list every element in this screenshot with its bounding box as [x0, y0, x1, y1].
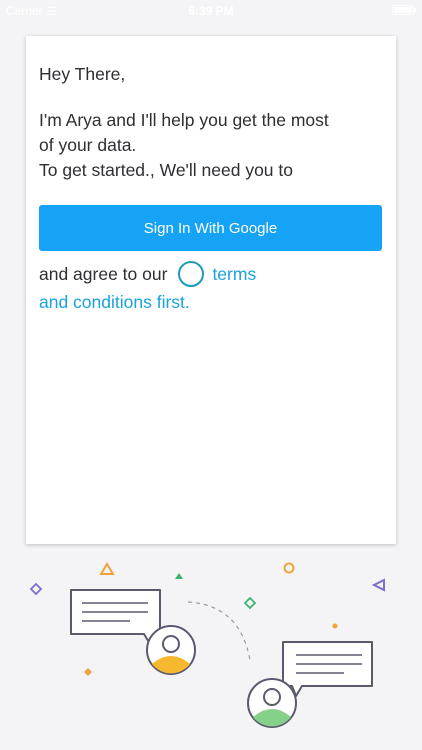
sign-in-with-google-button[interactable]: Sign In With Google	[39, 205, 382, 251]
diamond-icon	[29, 582, 43, 596]
intro-line-3: To get started., We'll need you to	[39, 160, 293, 180]
dot-icon	[332, 623, 338, 629]
terms-agreement-row: and agree to our terms	[39, 260, 384, 288]
terms-link-continued[interactable]: and conditions first.	[39, 288, 384, 316]
battery-icon	[392, 5, 416, 15]
triangle-icon	[175, 573, 183, 579]
dashed-connector	[187, 601, 251, 661]
status-time: 6:39 PM	[188, 4, 234, 18]
intro-text: I'm Arya and I'll help you get the most …	[39, 108, 384, 183]
intro-line-2: of your data.	[39, 135, 137, 155]
circle-icon	[283, 562, 295, 574]
chat-bubble-icon	[70, 589, 161, 645]
agree-prefix-text: and agree to our	[39, 264, 168, 284]
chat-illustration	[29, 562, 385, 728]
terms-link[interactable]: terms	[212, 260, 256, 288]
status-bar: Carrier ☴ 6:39 PM	[0, 0, 422, 22]
diamond-icon	[243, 596, 257, 610]
chat-bubble-icon	[282, 641, 373, 697]
terms-checkbox[interactable]	[178, 261, 205, 287]
triangle-icon	[99, 562, 115, 575]
triangle-icon	[371, 578, 385, 592]
terms-agreement: and agree to our terms and conditions fi…	[39, 260, 384, 316]
intro-line-1: I'm Arya and I'll help you get the most	[39, 110, 329, 130]
user-avatar-icon	[247, 678, 297, 728]
onboarding-card: Hey There, I'm Arya and I'll help you ge…	[26, 36, 396, 544]
diamond-icon	[84, 668, 92, 676]
user-avatar-icon	[146, 625, 196, 675]
greeting-text: Hey There,	[39, 64, 126, 84]
